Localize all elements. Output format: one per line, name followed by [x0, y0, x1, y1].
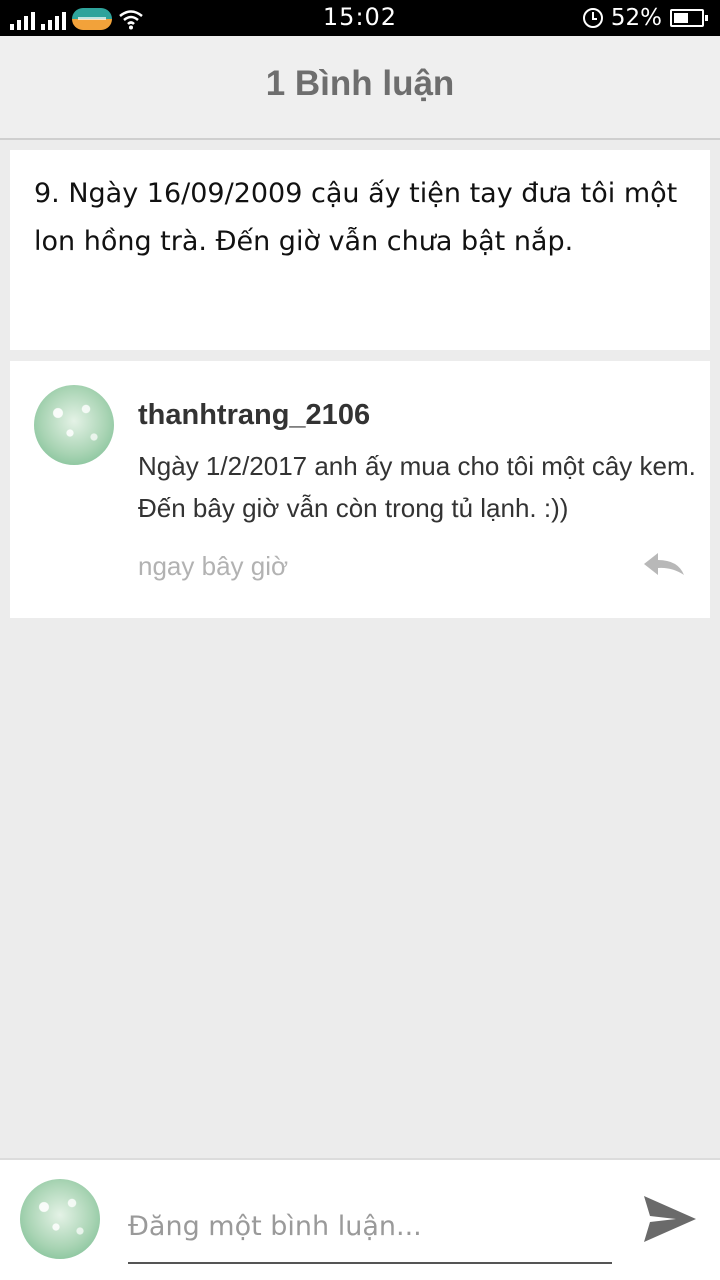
comment-body: Ngày 1/2/2017 anh ấy mua cho tôi một cây… — [138, 451, 696, 523]
battery-icon — [670, 9, 708, 27]
alarm-icon — [582, 8, 603, 28]
comment-author[interactable]: thanhtrang_2106 — [138, 399, 370, 432]
status-bar: 15:02 52% — [0, 0, 720, 36]
comment-item: thanhtrang_2106 Ngày 1/2/2017 anh ấy mua… — [10, 361, 710, 618]
battery-level-fill — [674, 13, 688, 23]
comment-composer — [0, 1158, 720, 1280]
status-right-icons: 52% — [582, 5, 710, 31]
send-icon[interactable] — [640, 1190, 700, 1250]
comment-timestamp: ngay bây giờ — [138, 551, 289, 581]
avatar — [20, 1179, 100, 1259]
avatar[interactable] — [34, 385, 114, 465]
page-title: 1 Bình luận — [265, 64, 455, 103]
header: 1 Bình luận — [0, 36, 720, 140]
reply-icon[interactable] — [642, 551, 686, 579]
comment-input[interactable] — [128, 1190, 612, 1264]
battery-percent: 52% — [610, 5, 662, 31]
post-card: 9. Ngày 16/09/2009 cậu ấy tiện tay đưa t… — [10, 150, 710, 350]
post-text: 9. Ngày 16/09/2009 cậu ấy tiện tay đưa t… — [34, 178, 678, 257]
